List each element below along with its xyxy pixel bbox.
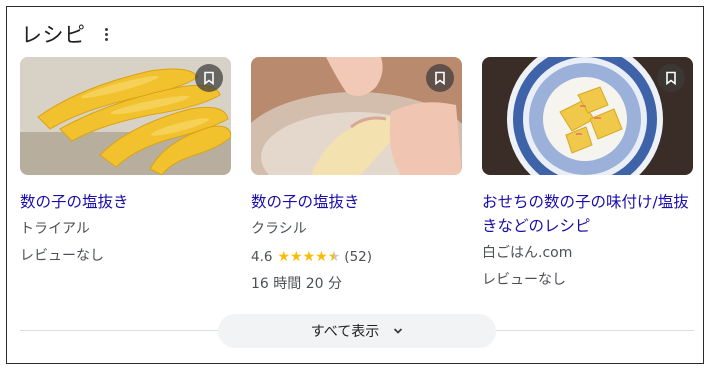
review-status: レビューなし xyxy=(482,272,566,288)
bookmark-icon[interactable] xyxy=(426,64,454,92)
panel-header: レシピ xyxy=(21,19,114,49)
recipe-title-link[interactable]: 数の子の塩抜き xyxy=(251,190,462,214)
show-all-button[interactable]: すべて表示 xyxy=(218,314,496,348)
review-count: (52) xyxy=(344,249,373,265)
recipe-title-link[interactable]: おせちの数の子の味付け/塩抜きなどのレシピ xyxy=(482,190,693,238)
recipe-thumbnail[interactable] xyxy=(251,57,462,175)
bookmark-icon[interactable] xyxy=(657,64,685,92)
rating-value: 4.6 xyxy=(251,249,273,265)
recipe-card[interactable]: おせちの数の子の味付け/塩抜きなどのレシピ 白ごはん.com レビューなし xyxy=(482,57,693,290)
recipe-card[interactable]: 数の子の塩抜き トライアル レビューなし xyxy=(20,57,231,266)
recipe-source: トライアル xyxy=(20,221,90,237)
divider xyxy=(20,330,220,331)
divider xyxy=(494,330,694,331)
review-status: レビューなし xyxy=(20,248,104,264)
panel-title: レシピ xyxy=(21,23,86,47)
recipe-source: 白ごはん.com xyxy=(482,245,573,261)
recipe-thumbnail[interactable] xyxy=(482,57,693,175)
star-rating: ★ ★ ★ ★ ★ xyxy=(277,250,340,264)
show-all-label: すべて表示 xyxy=(310,324,380,340)
bookmark-icon[interactable] xyxy=(195,64,223,92)
recipe-title-link[interactable]: 数の子の塩抜き xyxy=(20,190,231,214)
star-icon: ★ xyxy=(290,249,303,265)
recipe-source: クラシル xyxy=(251,221,307,237)
chevron-down-icon xyxy=(394,328,403,334)
half-star-icon: ★ xyxy=(327,249,341,265)
more-vert-icon[interactable] xyxy=(100,24,114,44)
cook-time: 16 時間 20 分 xyxy=(251,276,342,292)
recipe-panel: レシピ 数の子の塩抜き トライアル レビューなし 数の子の塩抜き クラシル 4.… xyxy=(6,6,704,364)
recipe-card[interactable]: 数の子の塩抜き クラシル 4.6 ★ ★ ★ ★ ★ (52) 16 時間 20… xyxy=(251,57,462,294)
star-icon: ★ xyxy=(277,249,291,265)
recipe-thumbnail[interactable] xyxy=(20,57,231,175)
star-icon: ★ xyxy=(315,249,328,265)
rating-row: 4.6 ★ ★ ★ ★ ★ (52) xyxy=(251,247,462,267)
star-icon: ★ xyxy=(302,249,316,265)
